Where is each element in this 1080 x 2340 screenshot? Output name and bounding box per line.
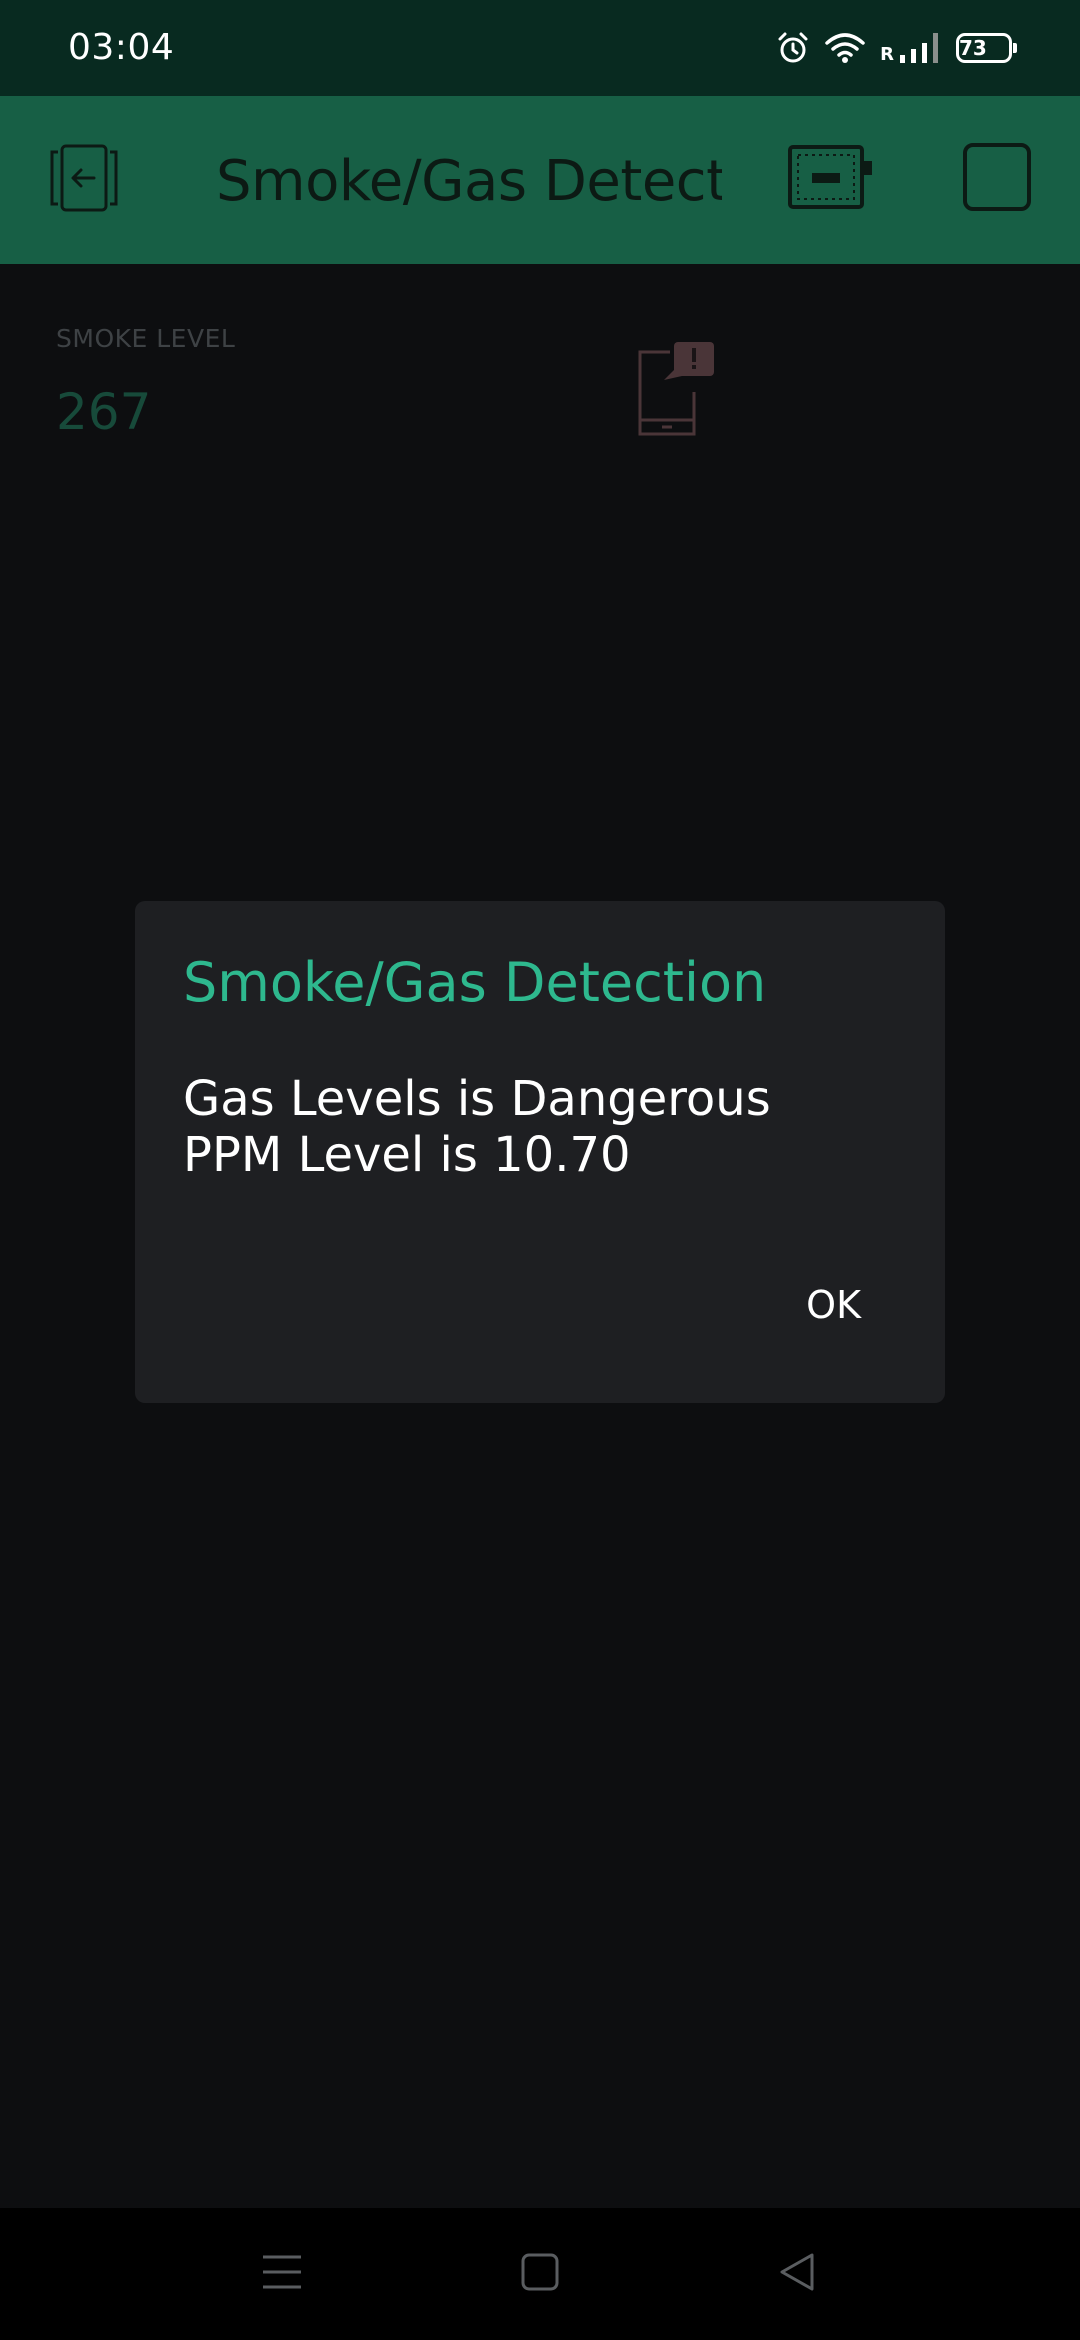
status-bar: 03:04 R 73 [0,0,1080,96]
battery-icon: 73 [956,33,1017,63]
nav-back-button[interactable] [768,2244,828,2304]
dialog-title: Smoke/Gas Detection [183,951,767,1014]
home-icon [520,2252,560,2296]
notification-widget[interactable] [636,340,716,440]
dialog-message-line1: Gas Levels is Dangerous [183,1071,771,1127]
exit-icon [48,142,120,218]
dialog-message-line2: PPM Level is 10.70 [183,1127,631,1183]
alarm-icon [776,31,810,65]
ok-button[interactable]: OK [802,1277,865,1333]
status-time: 03:04 [68,27,175,68]
menu-icon [261,2252,303,2296]
dialog-message: Gas Levels is Dangerous PPM Level is 10.… [183,1071,771,1183]
app-title: Smoke/Gas Detection [216,149,722,214]
smoke-level-value: 267 [56,383,152,441]
roaming-indicator: R [880,43,894,65]
status-icons: R 73 [762,26,1017,70]
nav-home-button[interactable] [510,2244,570,2304]
back-icon [778,2252,818,2296]
exit-button[interactable] [44,140,124,220]
app-header: Smoke/Gas Detection [0,96,1080,264]
device-icon [788,145,874,215]
square-button[interactable] [960,142,1034,216]
navigation-bar [0,2208,1080,2340]
phone-alert-icon [636,342,716,444]
nav-menu-button[interactable] [252,2244,312,2304]
signal-icon: R [880,31,942,65]
smoke-level-label: SMOKE LEVEL [56,324,236,353]
alert-dialog: Smoke/Gas Detection Gas Levels is Danger… [135,901,945,1403]
wifi-icon [824,31,866,65]
square-icon [962,142,1032,216]
device-button[interactable] [786,140,876,220]
